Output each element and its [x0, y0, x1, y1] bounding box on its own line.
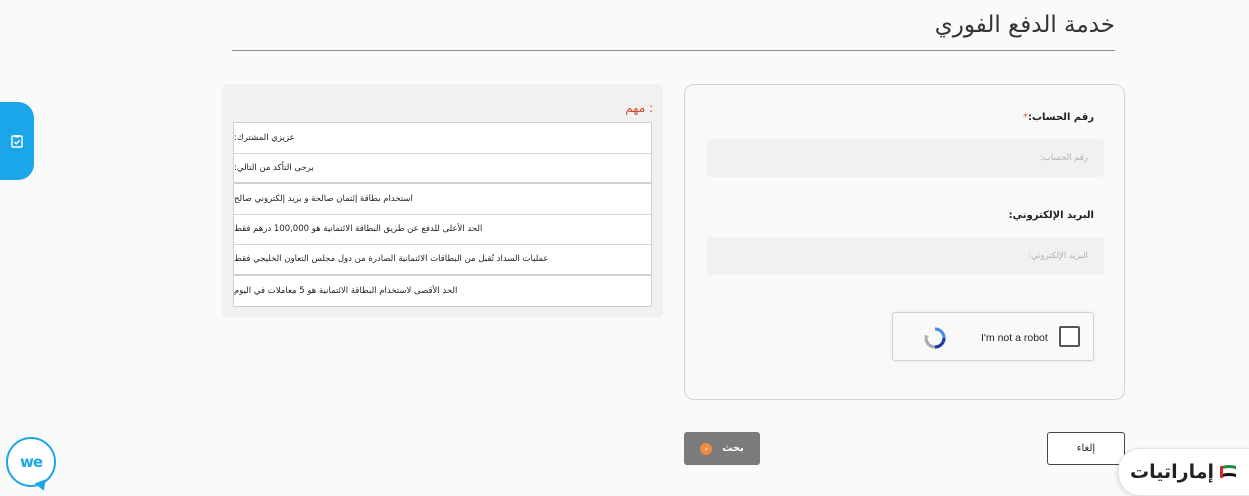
search-button[interactable]: بحث ‹	[684, 432, 760, 465]
page-title: خدمة الدفع الفوري	[934, 12, 1115, 38]
clipboard-check-icon	[11, 135, 23, 148]
chat-bubble-tail	[34, 479, 50, 493]
email-input[interactable]	[707, 237, 1104, 275]
cancel-button[interactable]: إلغاء	[1047, 432, 1125, 465]
info-row: عزيزي المشترك:	[234, 123, 651, 154]
account-number-label-text: رقم الحساب:	[1028, 112, 1094, 123]
payment-form-card: رقم الحساب:* البريد الإلكتروني: I'm not …	[684, 84, 1125, 400]
chat-widget-button[interactable]: we	[6, 437, 56, 487]
brand-badge: إماراتيات	[1118, 448, 1249, 496]
recaptcha-logo-icon	[924, 327, 946, 349]
email-label: البريد الإلكتروني:	[1008, 210, 1094, 221]
info-row: الحد الأعلى للدفع عن طريق البطاقة الائتم…	[234, 215, 651, 245]
captcha-checkbox[interactable]	[1059, 326, 1080, 347]
recaptcha-widget: I'm not a robot	[892, 312, 1094, 361]
account-number-label: رقم الحساب:*	[1017, 112, 1094, 123]
account-number-input[interactable]	[707, 139, 1104, 177]
important-heading: مهم :	[625, 101, 653, 115]
side-feedback-tab[interactable]	[0, 102, 34, 180]
title-divider	[232, 50, 1115, 51]
info-row: الحد الأقصى لاستخدام البطاقة الائتمانية …	[234, 285, 458, 296]
info-row: استخدام بطاقة إئتمان صالحة و بريد إلكترو…	[234, 184, 651, 215]
chat-logo: we	[19, 453, 43, 471]
captcha-label: I'm not a robot	[981, 332, 1048, 344]
arrow-left-icon: ‹	[700, 442, 713, 455]
search-button-label: بحث	[722, 443, 744, 454]
info-table: عزيزي المشترك: يرجى التأكد من التالي: اس…	[233, 122, 652, 307]
info-row: عمليات السداد تُقبل من البطاقات الائتمان…	[234, 245, 651, 276]
brand-name: إماراتيات	[1130, 461, 1214, 483]
important-info-panel: مهم : عزيزي المشترك: يرجى التأكد من التا…	[222, 84, 663, 318]
info-row: يرجى التأكد من التالي:	[234, 154, 651, 184]
uae-flag-icon	[1219, 465, 1237, 478]
